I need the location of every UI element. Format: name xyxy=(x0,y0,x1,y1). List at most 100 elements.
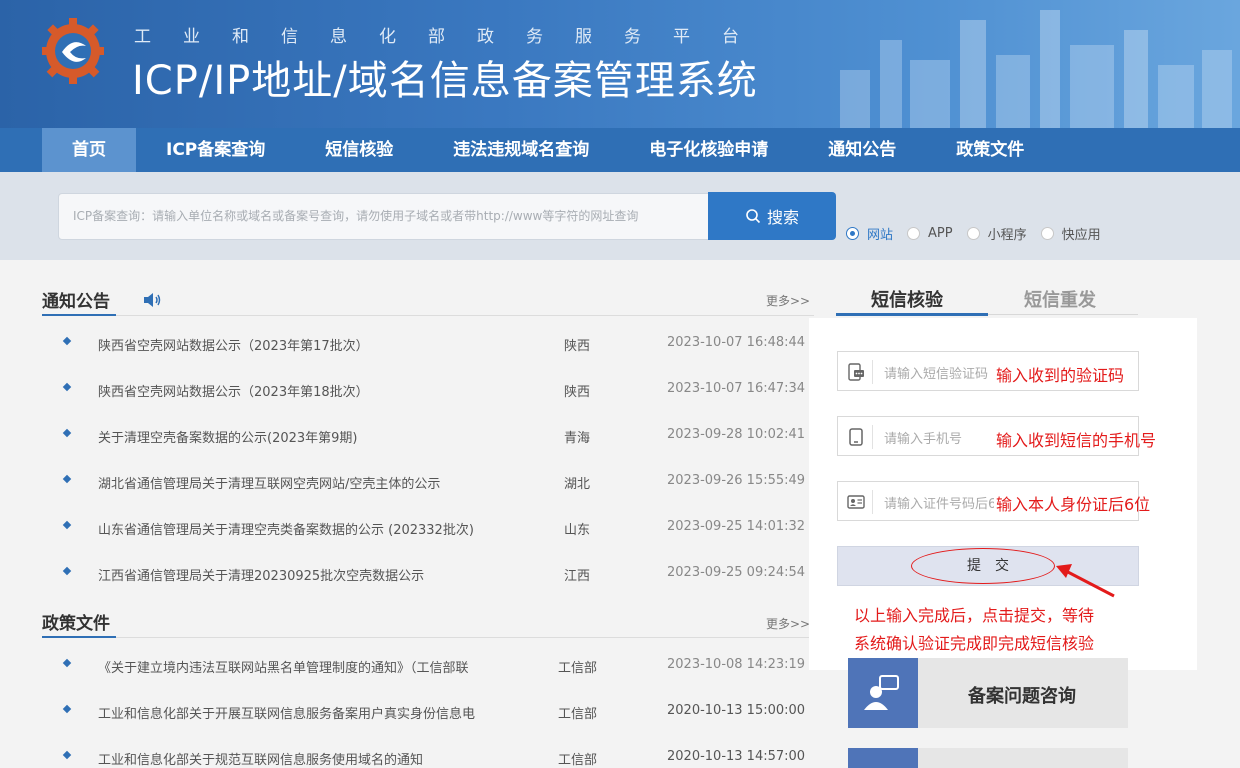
policy-row[interactable]: 《关于建立境内违法互联网站黑名单管理制度的通知》（工信部联 工信部 2023-10-… xyxy=(62,657,824,677)
speaker-icon xyxy=(144,293,161,307)
policy-source: 工信部 xyxy=(558,753,598,768)
notice-row[interactable]: 陕西省空壳网站数据公示（2023年第17批次） 陕西 2023-10-07 16:4… xyxy=(62,335,824,355)
policy-source: 工信部 xyxy=(558,661,598,676)
notice-date: 2023-09-26 15:55:49 xyxy=(667,473,806,488)
bullet-icon xyxy=(62,382,72,392)
bullet-icon xyxy=(62,474,72,484)
consult-label: 备案问题咨询 xyxy=(968,686,1076,707)
notice-date: 2023-09-28 10:02:41 xyxy=(667,427,806,442)
bullet-icon xyxy=(62,750,72,760)
notice-title: 江西省通信管理局关于清理20230925批次空壳数据公示 xyxy=(98,569,425,584)
notice-row[interactable]: 湖北省通信管理局关于清理互联网空壳网站/空壳主体的公示 湖北 2023-09-26 … xyxy=(62,473,824,493)
policy-row[interactable]: 工业和信息化部关于开展互联网信息服务备案用户真实身份信息电 工信部 2020-10-… xyxy=(62,703,824,723)
notice-title: 山东省通信管理局关于清理空壳类备案数据的公示 (202332批次) xyxy=(98,523,474,538)
search-button[interactable]: 搜索 xyxy=(708,192,836,240)
message-icon xyxy=(848,363,864,381)
nav-item-policies[interactable]: 政策文件 xyxy=(926,128,1054,172)
search-input[interactable]: ICP备案查询：请输入单位名称或域名或备案号查询，请勿使用子域名或者带http:… xyxy=(58,193,710,240)
bullet-icon xyxy=(62,520,72,530)
mobile-phone-icon xyxy=(849,428,863,446)
notice-row[interactable]: 关于清理空壳备案数据的公示(2023年第9期) 青海 2023-09-28 10:0… xyxy=(62,427,824,447)
radio-website[interactable]: 网站 xyxy=(846,224,893,243)
active-tab-underline xyxy=(836,313,988,316)
policies-divider xyxy=(42,637,814,638)
id-number-placeholder: 请输入证件号码后6位 xyxy=(884,497,994,512)
radio-label: 小程序 xyxy=(987,228,1027,243)
bullet-icon xyxy=(62,566,72,576)
radio-dot xyxy=(907,227,921,240)
notice-province: 陕西 xyxy=(564,339,591,354)
radio-app[interactable]: APP xyxy=(907,226,953,241)
consult-icon-box xyxy=(848,658,918,728)
policy-row[interactable]: 工业和信息化部关于规范互联网信息服务使用域名的通知 工信部 2020-10-13 1… xyxy=(62,749,824,768)
radio-mini-program[interactable]: 小程序 xyxy=(966,224,1027,243)
filing-consult-card[interactable]: 备案问题咨询 xyxy=(848,658,1128,728)
search-icon xyxy=(746,209,761,224)
notices-divider xyxy=(42,315,814,316)
radio-label: 快应用 xyxy=(1061,228,1101,243)
policy-date: 2020-10-13 15:00:00 xyxy=(667,703,806,718)
radio-label: APP xyxy=(928,226,953,241)
radio-dot xyxy=(966,227,980,240)
notice-row[interactable]: 陕西省空壳网站数据公示（2023年第18批次） 陕西 2023-10-07 16:4… xyxy=(62,381,824,401)
bullet-icon xyxy=(62,658,72,668)
policies-title: 政策文件 xyxy=(42,614,110,634)
radio-label: 网站 xyxy=(867,228,894,243)
search-button-label: 搜索 xyxy=(766,208,799,227)
bullet-icon xyxy=(62,704,72,714)
notice-date: 2023-10-07 16:47:34 xyxy=(667,381,806,396)
secondary-card[interactable] xyxy=(848,748,1128,768)
id-number-hint: 输入本人身份证后6位 xyxy=(996,495,1151,514)
search-type-radios: 网站 APP 小程序 快应用 xyxy=(846,224,1115,243)
notice-province: 陕西 xyxy=(564,385,591,400)
nav-item-home[interactable]: 首页 xyxy=(42,128,136,172)
notice-date: 2023-09-25 09:24:54 xyxy=(667,565,806,580)
id-card-icon xyxy=(847,495,865,509)
notice-title: 关于清理空壳备案数据的公示(2023年第9期) xyxy=(98,431,358,446)
notice-row[interactable]: 山东省通信管理局关于清理空壳类备案数据的公示 (202332批次) 山东 2023-… xyxy=(62,519,824,539)
nav-item-e-verify-apply[interactable]: 电子化核验申请 xyxy=(619,128,798,172)
notice-title: 陕西省空壳网站数据公示（2023年第18批次） xyxy=(98,385,369,400)
nav-item-notices[interactable]: 通知公告 xyxy=(798,128,926,172)
policy-source: 工信部 xyxy=(558,707,598,722)
notice-title: 陕西省空壳网站数据公示（2023年第17批次） xyxy=(98,339,369,354)
main-nav: 首页 ICP备案查询 短信核验 违法违规域名查询 电子化核验申请 通知公告 政策… xyxy=(0,128,1240,172)
annotation-arrow-icon xyxy=(1056,564,1115,598)
chat-user-icon xyxy=(864,675,899,710)
notice-title: 湖北省通信管理局关于清理互联网空壳网站/空壳主体的公示 xyxy=(98,477,441,492)
notice-province: 江西 xyxy=(564,569,591,584)
annotation-ellipse xyxy=(911,548,1055,584)
policies-more-link[interactable]: 更多>> xyxy=(766,615,810,632)
policy-title: 工业和信息化部关于开展互联网信息服务备案用户真实身份信息电 xyxy=(98,707,476,722)
radio-quick-app[interactable]: 快应用 xyxy=(1040,224,1101,243)
notice-date: 2023-09-25 14:01:32 xyxy=(667,519,806,534)
field-separator xyxy=(872,425,873,449)
annotation-note-line2: 系统确认验证完成即完成短信核验 xyxy=(854,634,1095,653)
tab-sms-verify[interactable]: 短信核验 xyxy=(871,286,943,312)
notice-row[interactable]: 江西省通信管理局关于清理20230925批次空壳数据公示 江西 2023-09-25… xyxy=(62,565,824,585)
policies-underline xyxy=(42,636,116,638)
header-subtitle: 工业和信息化部政务服务平台 xyxy=(134,27,771,47)
sms-code-hint: 输入收到的验证码 xyxy=(996,366,1125,385)
radio-dot xyxy=(846,227,859,240)
notices-more-link[interactable]: 更多>> xyxy=(766,292,810,309)
policy-title: 《关于建立境内违法互联网站黑名单管理制度的通知》（工信部联 xyxy=(98,661,469,676)
policy-date: 2020-10-13 14:57:00 xyxy=(667,749,806,764)
radio-dot xyxy=(1040,227,1054,240)
phone-hint: 输入收到短信的手机号 xyxy=(996,431,1157,450)
notices-underline xyxy=(42,314,116,316)
nav-item-icp-query[interactable]: ICP备案查询 xyxy=(136,128,295,172)
annotation-note-line1: 以上输入完成后，点击提交，等待 xyxy=(854,606,1095,625)
miit-gear-logo xyxy=(42,18,104,84)
site-header: 工业和信息化部政务服务平台 ICP/IP地址/域名信息备案管理系统 xyxy=(0,0,1240,128)
nav-item-illegal-domain-query[interactable]: 违法违规域名查询 xyxy=(423,128,619,172)
policy-date: 2023-10-08 14:23:19 xyxy=(667,657,806,672)
nav-item-sms-verify[interactable]: 短信核验 xyxy=(295,128,423,172)
notice-province: 青海 xyxy=(564,431,591,446)
tab-sms-resend[interactable]: 短信重发 xyxy=(1024,286,1096,312)
secondary-icon-box xyxy=(848,748,918,768)
field-separator xyxy=(872,490,873,514)
city-skyline-decoration xyxy=(840,10,1232,128)
policy-title: 工业和信息化部关于规范互联网信息服务使用域名的通知 xyxy=(98,753,424,768)
notice-province: 湖北 xyxy=(564,477,591,492)
